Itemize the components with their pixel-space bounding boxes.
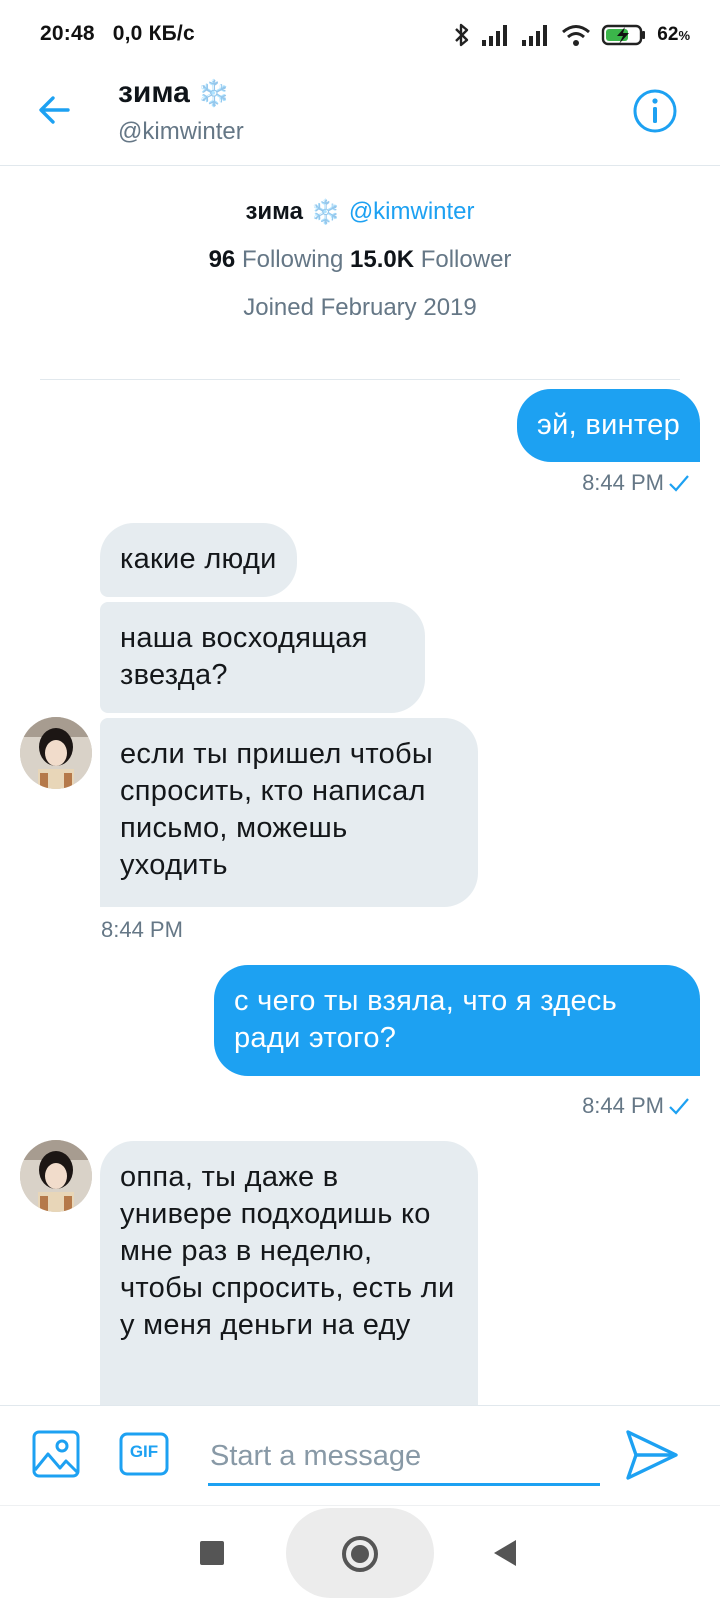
message-input[interactable] [208,1430,600,1486]
profile-handle-link[interactable]: @kimwinter [349,198,475,226]
message-bubble-sent[interactable]: эй, винтер [517,389,700,462]
message-timestamp: 8:44 PM [101,917,183,942]
network-speed: 0,0 КБ/с [112,22,195,45]
message-bubble-received[interactable]: оппа, ты даже в универе подходишь ко мне… [100,1141,478,1405]
conversation-info-button[interactable] [632,88,678,134]
read-check-icon [669,475,689,492]
signal-icon [522,25,548,46]
home-icon [351,1545,369,1563]
send-icon [626,1430,678,1480]
following-count: 96 [208,246,236,273]
system-back-button[interactable] [494,1540,516,1566]
battery-charging-icon [602,24,646,46]
joined-date: Joined February 2019 [243,294,477,321]
contact-avatar[interactable] [20,717,92,789]
gif-label: GIF [129,1442,159,1461]
add-gif-button[interactable]: GIF [118,1428,170,1480]
conversation-header: зима ❄️ @kimwinter [0,66,720,166]
recent-apps-button[interactable] [200,1541,224,1565]
home-button[interactable] [342,1536,378,1572]
message-timestamp: 8:44 PM [582,470,690,496]
add-photo-button[interactable] [30,1428,82,1480]
battery-percent-suffix: % [678,28,690,43]
message-bubble-sent[interactable]: с чего ты взяла, что я здесь ради этого? [214,965,700,1076]
bluetooth-icon [455,23,469,47]
profile-summary: зима ❄️ @kimwinter 96 Following 15.0K Fo… [40,190,680,330]
follow-stats: 96 Following 15.0K Follower [40,238,680,282]
battery-percent: 62 [657,24,679,45]
message-bubble-received[interactable]: наша восходящая звезда? [100,602,425,713]
status-bar: 20:48 0,0 КБ/с 62% [0,0,720,66]
status-time: 20:48 [40,22,95,45]
following-label: Following [241,246,344,273]
wifi-icon [562,25,591,46]
info-icon [633,89,677,133]
follower-count: 15.0K [350,246,415,273]
conversation-title: зима ❄️ @kimwinter [118,76,244,146]
message-timestamp: 8:44 PM [582,1093,690,1119]
arrow-left-icon [39,96,70,124]
profile-name: зима [245,198,303,225]
signal-icon [482,25,508,46]
back-button[interactable] [30,86,78,134]
contact-name: зима [118,76,190,109]
message-composer: GIF [0,1405,720,1505]
image-icon [32,1430,80,1478]
contact-handle: @kimwinter [118,118,244,145]
follower-label: Follower [420,246,512,273]
snowflake-emoji: ❄️ [197,77,231,108]
divider [40,379,680,380]
read-check-icon [669,1098,689,1115]
avatar-photo [20,717,92,789]
snowflake-emoji: ❄️ [310,198,341,226]
message-bubble-received[interactable]: если ты пришел чтобы спросить, кто напис… [100,718,478,907]
contact-avatar[interactable] [20,1140,92,1212]
send-button[interactable] [622,1426,680,1484]
system-navigation-bar [0,1505,720,1600]
avatar-photo [20,1140,92,1212]
message-bubble-received[interactable]: какие люди [100,523,297,597]
